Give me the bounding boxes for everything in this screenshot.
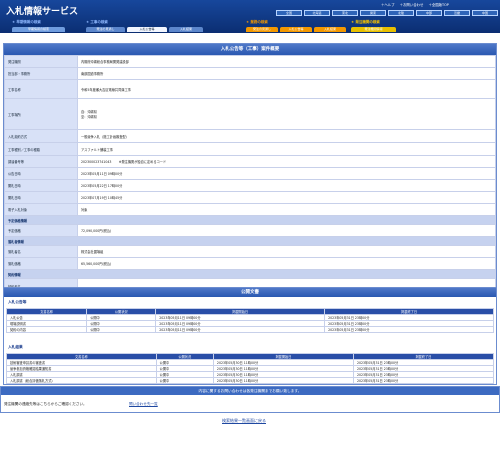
tab-business-notice[interactable]: 入札公告等 [280, 27, 312, 32]
field-label: 担当部・事務所 [4, 67, 78, 80]
contact-notice: 内容に関するお問い合わせは各発注機関までお願い致します。 発注機関の連絡先等はこ… [0, 386, 500, 413]
notice-summary-panel: 入札公告等（工事）案件概要 発注機関 内閣府沖縄総合事務局開発建設部 担当部・事務… [3, 43, 497, 309]
top-page-link[interactable]: ＋全国版TOP [428, 3, 448, 7]
field-label: 落札価格 [4, 257, 78, 270]
field-value: 令和5年度瀬大吉区電線共同溝工事 [77, 79, 496, 99]
group-early: ★ 早期情報の検索 [12, 20, 41, 24]
tab-construction-notice[interactable]: 入札公告等 [127, 27, 167, 32]
site-title: 入札情報サービス [6, 7, 79, 17]
field-value: 一般競争入札（施工計画審査型） [77, 129, 496, 143]
document-name: 契約の内容 [5, 326, 88, 333]
field-value: 72,090,000円(税込) [77, 224, 496, 237]
document-name: 入札調書（総合評価落札方式） [6, 377, 157, 384]
region-tab[interactable]: 北海道 [304, 10, 330, 16]
tab-agency-info[interactable]: 発注機関情報 [351, 27, 396, 32]
field-value: 南部国道事務所 [77, 67, 496, 80]
region-tab[interactable]: 中国 [472, 10, 498, 16]
field-label: 発注機関 [4, 55, 78, 68]
section-label: 落札者情報 [4, 236, 496, 246]
document-start-date: 2023年05月11日 09時00分 [155, 326, 326, 333]
document-status-link[interactable]: 公開中 [155, 377, 214, 384]
region-tabs: 全国 北海道 東北 関東 北陸 中部 近畿 中国 [276, 10, 498, 16]
published-documents-panel: 公開文書 入札公告等 文書名称 公開状況 掲載開始日 掲載終了日 入札公告 公開中 202… [3, 287, 497, 385]
top-links: ＋ヘルプ ＋お問い合わせ ＋全国版TOP [381, 2, 453, 7]
group-business: ★ 業務の検索 [246, 20, 268, 24]
contact-row: 発注機関の連絡先等はこちらからご確認ください。 問い合わせ先一覧 [1, 395, 499, 414]
tab-early-search[interactable]: 早期情報の検索 [12, 27, 65, 32]
field-label: 開札日時 [4, 179, 78, 192]
region-tab[interactable]: 北陸 [388, 10, 414, 16]
documents-table: 文書名称 公開状況 掲載開始日 掲載終了日 技術審査申請書の審査書 公開中 2023年05… [6, 353, 495, 384]
tab-construction-outlook[interactable]: 発注の見通し [86, 27, 125, 32]
contact-list-link[interactable]: 問い合わせ先一覧 [129, 402, 158, 407]
field-label: 落札者名 [4, 245, 78, 258]
field-label: 入札契約方式 [4, 129, 78, 143]
tab-business-outlook[interactable]: 発注の見通し [246, 27, 278, 32]
field-label: 電子入札対象 [4, 203, 78, 216]
region-tab[interactable]: 東北 [332, 10, 358, 16]
region-tab[interactable]: 中部 [416, 10, 442, 16]
service-tabs: ★ 早期情報の検索 ★ 工事の検索 ★ 業務の検索 ★ 発注機関の検索 早期情報… [12, 20, 492, 33]
region-tab[interactable]: 関東 [360, 10, 386, 16]
field-value: アスファルト舗装工事 [77, 142, 496, 156]
field-label: 調達番号等 [4, 155, 78, 168]
summary-table: 発注機関 内閣府沖縄総合事務局開発建設部 担当部・事務所 南部国道事務所 工事名称令… [4, 55, 496, 309]
field-value: 65,560,000円(税込) [77, 257, 496, 270]
section-label: 契約情報 [4, 269, 496, 279]
field-value: 2023年07月19日 10時45分 [77, 191, 496, 204]
group-agency: ★ 発注機関の検索 [351, 20, 380, 24]
field-label: 開札日時 [4, 191, 78, 204]
help-link[interactable]: ＋ヘルプ [381, 3, 395, 7]
panel-title: 入札公告等（工事）案件概要 [4, 44, 496, 55]
document-end-date: 2023年05月31日 23時00分 [352, 377, 495, 384]
field-value: 2023年05月22日 17時00分 [77, 179, 496, 192]
field-label: 公告日時 [4, 167, 78, 180]
contact-link[interactable]: ＋お問い合わせ [400, 3, 424, 7]
field-value: 対象 [77, 203, 496, 216]
field-label: 工事場所 [4, 98, 78, 130]
site-header: 入札情報サービス ＋ヘルプ ＋お問い合わせ ＋全国版TOP 全国 北海道 東北 … [0, 0, 500, 33]
contact-description: 発注機関の連絡先等はこちらからご確認ください。 [4, 402, 87, 406]
document-start-date: 2023年05月30日 11時00分 [212, 377, 354, 384]
field-value: 自：沖縄県 至：沖縄県 [77, 98, 496, 130]
main-content: 入札公告等（工事）案件概要 発注機関 内閣府沖縄総合事務局開発建設部 担当部・事務… [0, 33, 500, 458]
field-label: 予定価格 [4, 224, 78, 237]
section-label: 予定価格情報 [4, 215, 496, 225]
document-end-date: 2023年05月31日 23時00分 [324, 326, 494, 333]
field-label: 工事名称 [4, 79, 78, 99]
back-to-results-link[interactable]: 検索結果一覧画面に戻る [222, 418, 266, 424]
contact-title: 内容に関するお問い合わせは各発注機関までお願い致します。 [1, 387, 499, 395]
region-tab[interactable]: 近畿 [444, 10, 470, 16]
group-construction: ★ 工事の検索 [86, 20, 108, 24]
region-tab[interactable]: 全国 [276, 10, 302, 16]
field-value: 202300023741043 ※発注機関が独自に定めるコード [77, 155, 496, 168]
field-value: 株式会社國場組 [77, 245, 496, 258]
field-value: 内閣府沖縄総合事務局開発建設部 [77, 55, 496, 68]
tab-business-result[interactable]: 入札結果 [314, 27, 346, 32]
documents-title: 公開文書 [4, 288, 496, 297]
documents-table: 文書名称 公開状況 掲載開始日 掲載終了日 入札公告 公開中 2023年05月11日 09… [5, 308, 494, 333]
field-value: 2023年05月11日 09時00分 [77, 167, 496, 180]
tab-construction-result[interactable]: 入札結果 [169, 27, 203, 32]
document-status-link[interactable]: 公開中 [86, 326, 157, 333]
documents-section-title: 入札公告等 [8, 300, 27, 304]
documents-section-title: 入札結果 [8, 345, 23, 349]
field-label: 工事種別／工事の種類 [4, 142, 78, 156]
